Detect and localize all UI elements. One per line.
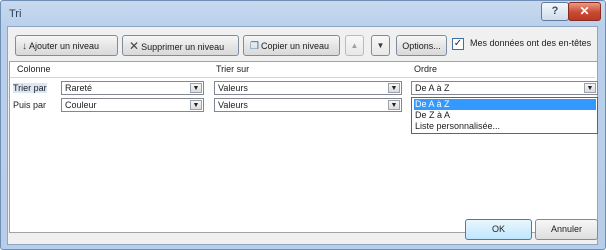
order-option-z-a[interactable]: De Z à A <box>414 110 450 121</box>
move-down-icon: ▼ <box>376 41 385 50</box>
order-header: Ordre <box>414 64 438 74</box>
sort-on-header: Trier sur <box>216 64 250 74</box>
sort-on-select-row1[interactable]: Valeurs ▼ <box>214 81 402 95</box>
ok-button[interactable]: OK <box>465 219 532 240</box>
chevron-down-icon: ▼ <box>388 83 400 93</box>
move-down-button[interactable]: ▼ <box>371 35 390 56</box>
delete-level-button[interactable]: ✕ Supprimer un niveau <box>122 35 239 56</box>
header-divider <box>10 77 595 78</box>
move-up-button[interactable]: ▲ <box>345 35 364 56</box>
row-label-sort-by[interactable]: Trier par <box>13 83 47 93</box>
chevron-down-icon: ▼ <box>190 100 202 110</box>
copy-icon: ❐ <box>250 41 259 52</box>
help-button[interactable]: ? <box>541 2 569 21</box>
add-level-icon: ↓ <box>22 41 27 52</box>
dialog-title: Tri <box>9 8 22 20</box>
cancel-button[interactable]: Annuler <box>535 219 598 240</box>
sort-on-select-row2[interactable]: Valeurs ▼ <box>214 98 402 112</box>
chevron-down-icon: ▼ <box>584 83 596 93</box>
delete-icon: ✕ <box>129 39 140 53</box>
has-headers-label: Mes données ont des en-têtes <box>470 38 592 48</box>
close-button[interactable]: ✕ <box>568 2 601 21</box>
move-up-icon: ▲ <box>350 41 359 50</box>
check-icon: ✓ <box>453 38 463 49</box>
order-select-row1[interactable]: De A à Z ▼ <box>411 81 598 95</box>
column-select-row1[interactable]: Rareté ▼ <box>61 81 204 95</box>
copy-level-button[interactable]: ❐ Copier un niveau <box>243 35 340 56</box>
order-dropdown-list: De A à Z De Z à A Liste personnalisée... <box>411 97 598 134</box>
add-level-button[interactable]: ↓ Ajouter un niveau <box>15 35 118 56</box>
has-headers-checkbox[interactable]: ✓ <box>452 38 464 50</box>
column-header: Colonne <box>17 64 51 74</box>
chevron-down-icon: ▼ <box>388 100 400 110</box>
options-button[interactable]: Options... <box>396 35 447 56</box>
row-label-then-by[interactable]: Puis par <box>13 100 46 110</box>
column-select-row2[interactable]: Couleur ▼ <box>61 98 204 112</box>
order-option-custom-list[interactable]: Liste personnalisée... <box>414 121 500 132</box>
order-option-a-z[interactable]: De A à Z <box>414 99 596 110</box>
chevron-down-icon: ▼ <box>190 83 202 93</box>
